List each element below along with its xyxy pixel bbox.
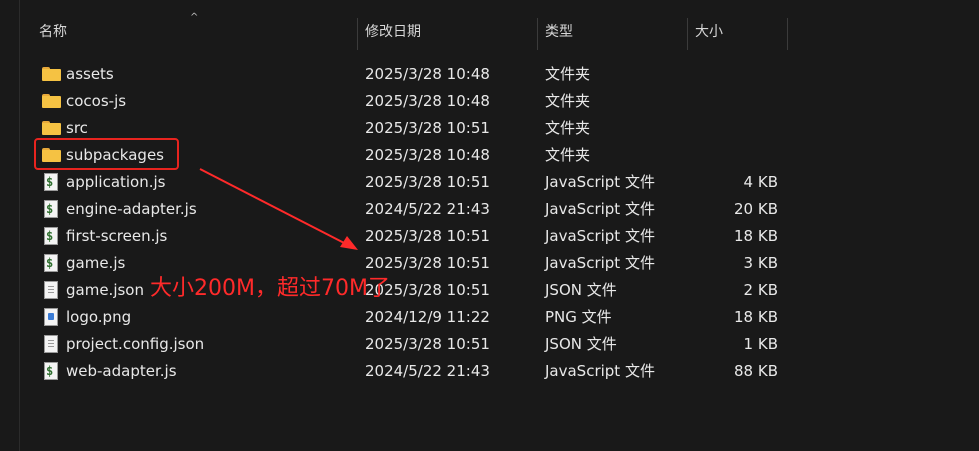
annotation-text: 大小200M，超过70M了 [150, 276, 390, 301]
annotation-arrow [199, 168, 358, 250]
